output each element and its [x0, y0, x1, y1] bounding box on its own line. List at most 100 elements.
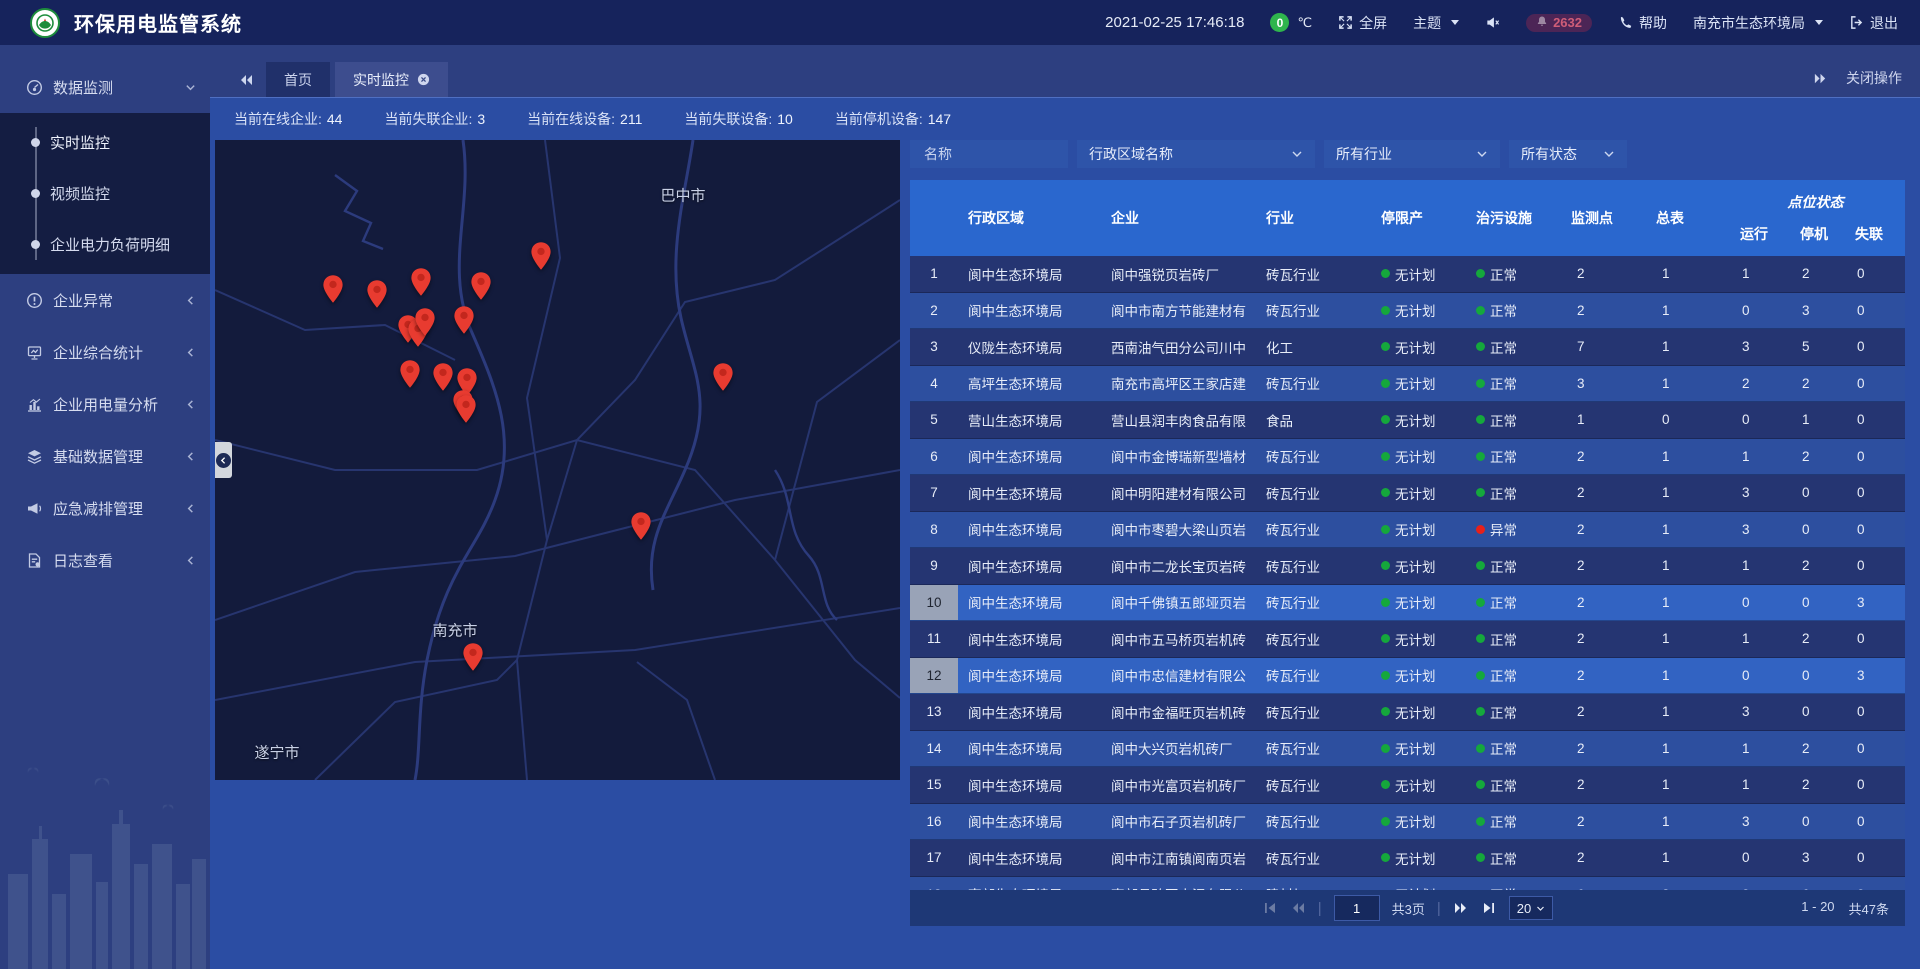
column-subheader-2[interactable]: 停机	[1786, 212, 1841, 256]
status-dot-icon	[1381, 744, 1390, 753]
tab-operations[interactable]: 关闭操作	[1813, 68, 1902, 88]
table-row[interactable]: 5营山生态环境局营山县润丰肉食品有限食品无计划正常10010	[910, 402, 1905, 439]
chevron-down-icon	[1536, 904, 1545, 913]
table-row[interactable]: 7阆中生态环境局阆中明阳建材有限公司砖瓦行业无计划正常21300	[910, 475, 1905, 512]
facility-status-label: 异常	[1490, 519, 1517, 539]
column-header-1[interactable]: 行政区域	[958, 180, 1101, 256]
status-filter-select[interactable]: 所有状态	[1509, 140, 1627, 168]
scroll-tabs-right-icon[interactable]	[1813, 71, 1828, 86]
facility-status-label: 正常	[1490, 483, 1517, 503]
previous-page-button[interactable]	[1290, 900, 1306, 916]
tab-2[interactable]: 实时监控	[335, 62, 448, 97]
sidebar-item-6[interactable]: 应急减排管理	[0, 482, 210, 534]
column-header-7[interactable]: 总表	[1646, 180, 1726, 256]
column-header-4[interactable]: 停限产	[1371, 180, 1466, 256]
column-header-5[interactable]: 治污设施	[1466, 180, 1561, 256]
sidebar-menu: 数据监测实时监控视频监控企业电力负荷明细企业异常企业综合统计企业用电量分析基础数…	[0, 45, 210, 586]
theme-menu[interactable]: 主题	[1413, 13, 1459, 33]
table-row[interactable]: 16阆中生态环境局阆中市石子页岩机砖厂砖瓦行业无计划正常21300	[910, 804, 1905, 841]
column-header-2[interactable]: 企业	[1101, 180, 1256, 256]
table-row[interactable]: 11阆中生态环境局阆中市五马桥页岩机砖砖瓦行业无计划正常21120	[910, 621, 1905, 658]
map-pin[interactable]	[462, 642, 484, 672]
region-filter-select[interactable]: 行政区域名称	[1077, 140, 1315, 168]
stat-label: 当前在线企业:	[234, 111, 322, 127]
table-row[interactable]: 14阆中生态环境局阆中大兴页岩机砖厂砖瓦行业无计划正常21120	[910, 731, 1905, 768]
table-row[interactable]: 12阆中生态环境局阆中市忠信建材有限公砖瓦行业无计划正常21003	[910, 658, 1905, 695]
close-operations-label[interactable]: 关闭操作	[1846, 68, 1902, 88]
map-pin[interactable]	[414, 307, 436, 337]
sound-toggle-button[interactable]	[1485, 15, 1500, 30]
page-size-select[interactable]: 20	[1509, 896, 1553, 920]
production-status-label: 无计划	[1395, 738, 1436, 758]
sidebar-subitem-2[interactable]: 视频监控	[0, 168, 210, 219]
logout-button[interactable]: 退出	[1849, 13, 1898, 33]
cell-production-status: 无计划	[1371, 475, 1466, 511]
sidebar-item-7[interactable]: 日志查看	[0, 534, 210, 586]
production-status-label: 无计划	[1395, 446, 1436, 466]
chevron-down-icon	[1476, 148, 1488, 160]
sidebar-subitem-1[interactable]: 实时监控	[0, 117, 210, 168]
map-pin[interactable]	[455, 394, 477, 424]
next-page-button[interactable]	[1453, 900, 1469, 916]
table-row[interactable]: 4高坪生态环境局南充市高坪区王家店建砖瓦行业无计划正常31220	[910, 366, 1905, 403]
status-dot-icon	[1476, 452, 1485, 461]
table-row[interactable]: 3仪陇生态环境局西南油气田分公司川中化工无计划正常71350	[910, 329, 1905, 366]
sidebar-item-4[interactable]: 企业用电量分析	[0, 378, 210, 430]
table-row[interactable]: 15阆中生态环境局阆中市光富页岩机砖厂砖瓦行业无计划正常21120	[910, 767, 1905, 804]
notification-badge[interactable]: 2632	[1526, 14, 1592, 32]
last-page-button[interactable]	[1481, 900, 1497, 916]
sidebar-item-2[interactable]: 企业异常	[0, 274, 210, 326]
map-pin[interactable]	[399, 359, 421, 389]
map-pin[interactable]	[366, 279, 388, 309]
page-number-input[interactable]	[1334, 895, 1380, 921]
first-page-button[interactable]	[1262, 900, 1278, 916]
app-header: 环保用电监管系统 2021-02-25 17:46:18 0 ℃ 全屏 主题 2…	[0, 0, 1920, 45]
cell-monitor-points: 2	[1561, 840, 1646, 876]
map-pin[interactable]	[630, 511, 652, 541]
map-pin[interactable]	[410, 267, 432, 297]
column-header-6[interactable]: 监测点	[1561, 180, 1646, 256]
table-row[interactable]: 2阆中生态环境局阆中市南方节能建材有砖瓦行业无计划正常21030	[910, 293, 1905, 330]
map-pin[interactable]	[432, 362, 454, 392]
table-row[interactable]: 13阆中生态环境局阆中市金福旺页岩机砖砖瓦行业无计划正常21300	[910, 694, 1905, 731]
org-menu[interactable]: 南充市生态环境局	[1693, 13, 1823, 33]
table-row[interactable]: 18南部生态环境局南部县砖瓦水泥有限公建材加工无计划正常62060	[910, 877, 1905, 891]
sidebar-item-5[interactable]: 基础数据管理	[0, 430, 210, 482]
cell-monitor-points: 3	[1561, 366, 1646, 402]
gauge-icon	[26, 79, 43, 96]
map[interactable]: 巴中市南充市遂宁市	[215, 140, 900, 780]
scroll-tabs-left-button[interactable]	[238, 72, 254, 88]
map-pin[interactable]	[322, 274, 344, 304]
fullscreen-button[interactable]: 全屏	[1338, 13, 1387, 33]
table-row[interactable]: 10阆中生态环境局阆中千佛镇五郎垭页岩砖瓦行业无计划正常21003	[910, 585, 1905, 622]
tab-1[interactable]: 首页	[266, 62, 330, 97]
sidebar-item-label: 数据监测	[53, 77, 113, 98]
industry-filter-select[interactable]: 所有行业	[1324, 140, 1500, 168]
help-button[interactable]: 帮助	[1618, 13, 1667, 33]
sidebar-item-3[interactable]: 企业综合统计	[0, 326, 210, 378]
map-pin[interactable]	[470, 271, 492, 301]
map-pin[interactable]	[712, 362, 734, 392]
table-row[interactable]: 6阆中生态环境局阆中市金博瑞新型墙材砖瓦行业无计划正常21120	[910, 439, 1905, 476]
column-subheader-1[interactable]: 运行	[1726, 212, 1786, 256]
status-dot-icon	[1381, 598, 1390, 607]
column-header-3[interactable]: 行业	[1256, 180, 1371, 256]
status-dot-icon	[1476, 306, 1485, 315]
column-subheader-3[interactable]: 失联	[1841, 212, 1905, 256]
sidebar-item-1[interactable]: 数据监测	[0, 61, 210, 113]
sidebar-subitem-3[interactable]: 企业电力负荷明细	[0, 219, 210, 270]
table-row[interactable]: 17阆中生态环境局阆中市江南镇阆南页岩砖瓦行业无计划正常21030	[910, 840, 1905, 877]
cell-facility-status: 正常	[1466, 840, 1561, 876]
chevron-down-icon	[1291, 148, 1303, 160]
name-filter-input[interactable]	[922, 145, 1056, 163]
map-collapse-handle[interactable]	[215, 442, 232, 478]
table-row[interactable]: 9阆中生态环境局阆中市二龙长宝页岩砖砖瓦行业无计划正常21120	[910, 548, 1905, 585]
map-pin[interactable]	[453, 305, 475, 335]
tab-label: 首页	[284, 70, 312, 90]
cell-industry: 砖瓦行业	[1256, 366, 1371, 402]
cell-total-meters: 1	[1646, 475, 1726, 511]
name-filter-input-box[interactable]	[910, 140, 1068, 168]
table-row[interactable]: 1阆中生态环境局阆中强锐页岩砖厂砖瓦行业无计划正常21120	[910, 256, 1905, 293]
map-pin[interactable]	[530, 241, 552, 271]
table-row[interactable]: 8阆中生态环境局阆中市枣碧大梁山页岩砖瓦行业无计划异常21300	[910, 512, 1905, 549]
